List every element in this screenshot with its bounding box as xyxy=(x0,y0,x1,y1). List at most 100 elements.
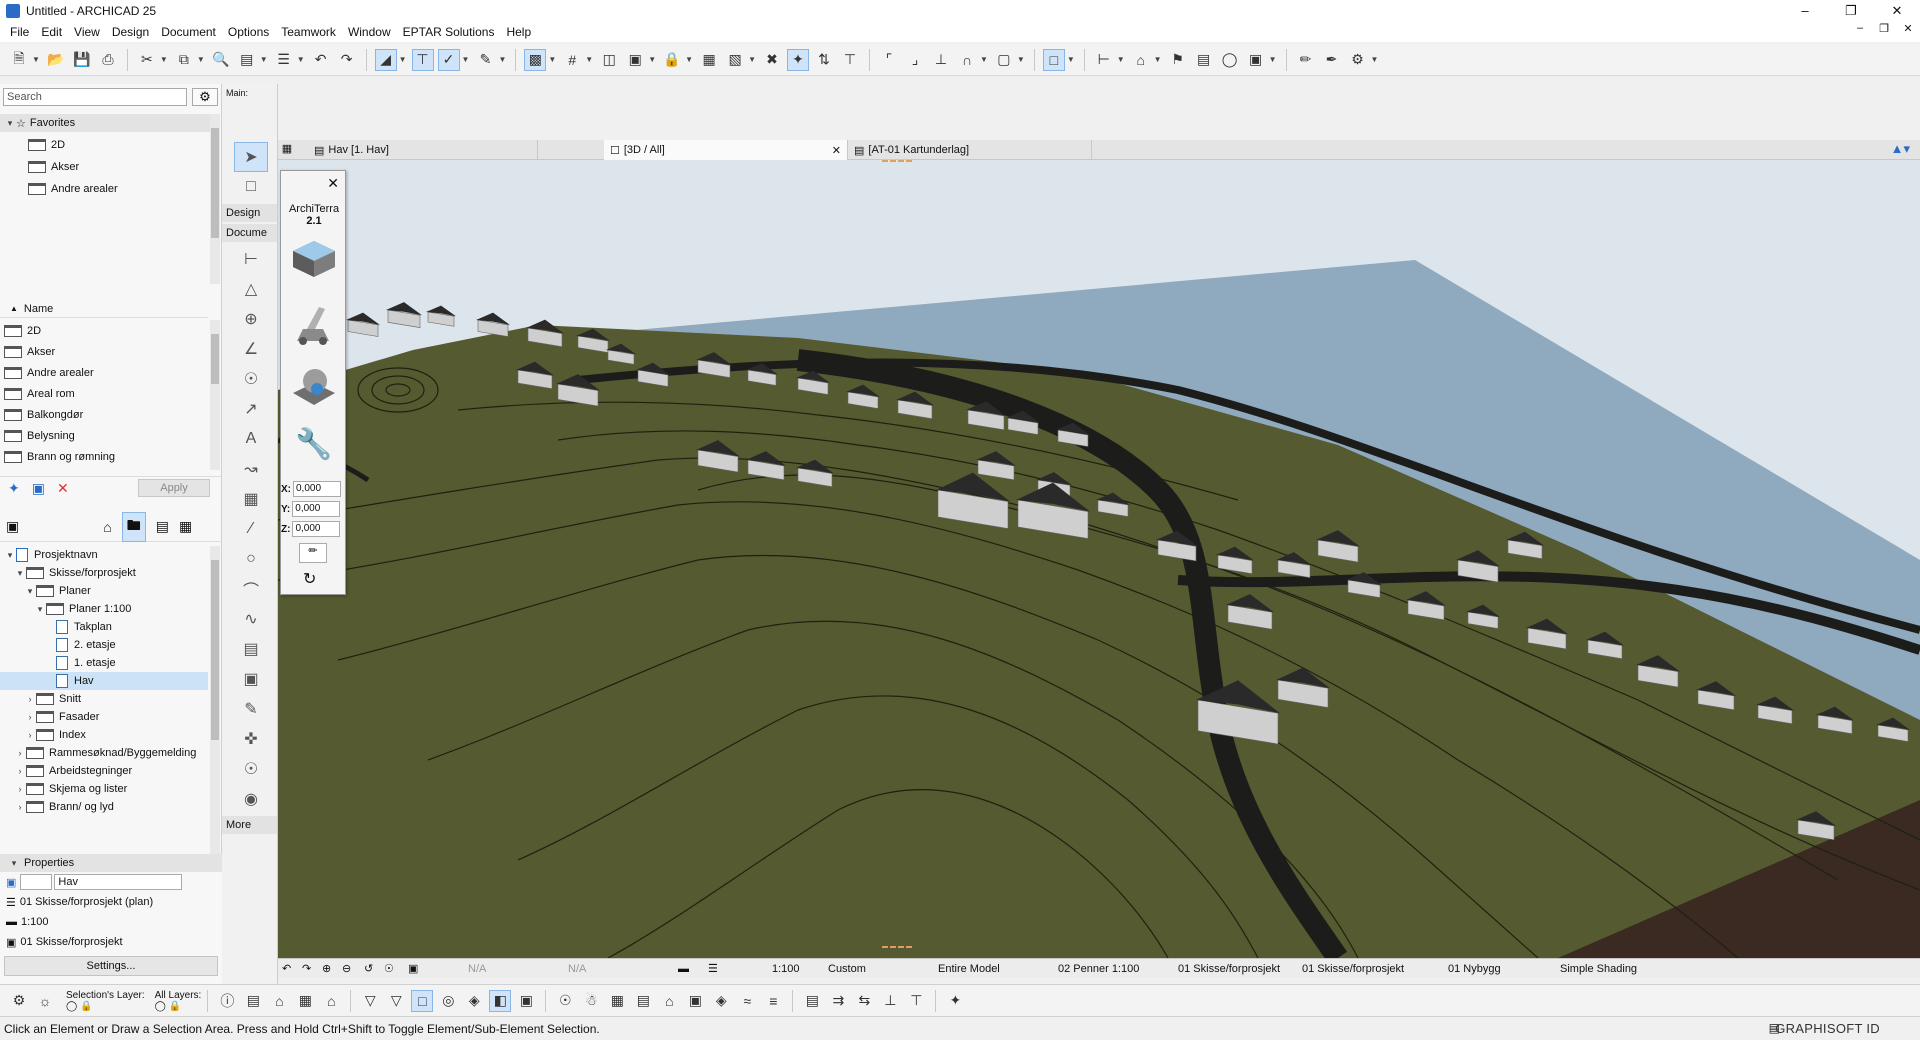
magic-wand-icon[interactable]: ✦ xyxy=(786,48,809,71)
fit-in-window-icon[interactable]: ▣ xyxy=(408,961,418,977)
angle-dimension-icon[interactable]: ∠ xyxy=(234,334,268,364)
chevron-right-icon[interactable]: › xyxy=(14,748,26,758)
add-favorite-icon[interactable]: ✦ xyxy=(8,480,20,497)
chevron-right-icon[interactable]: › xyxy=(14,802,26,812)
properties-header[interactable]: ▾ Properties xyxy=(0,854,222,872)
chevron-down-icon[interactable]: ▼ xyxy=(1371,55,1379,64)
print-icon[interactable]: ⎙ xyxy=(97,49,119,71)
circle-tool-icon[interactable]: ○ xyxy=(234,544,268,574)
label-tool-icon[interactable]: ↗ xyxy=(234,394,268,424)
renovation-filter-label[interactable]: 01 Nybygg xyxy=(1448,961,1501,977)
grid-icon[interactable]: # xyxy=(561,49,583,71)
view-3d-icon[interactable]: ⌂ xyxy=(268,990,290,1012)
menu-options[interactable]: Options xyxy=(222,25,275,39)
layout-book-icon[interactable]: ▤ xyxy=(156,518,169,535)
offset-icon[interactable]: ⇅ xyxy=(813,49,835,71)
list-item[interactable]: Akser xyxy=(0,156,208,178)
marquee-tool-icon[interactable]: □ xyxy=(234,172,268,202)
stair-icon[interactable]: ≡ xyxy=(762,990,784,1012)
list-item[interactable]: Brann og rømning xyxy=(0,446,208,467)
terrain-mesh-icon[interactable] xyxy=(289,237,339,281)
chevron-down-icon[interactable]: ▼ xyxy=(1117,55,1125,64)
chevron-down-icon[interactable]: ▼ xyxy=(297,55,305,64)
flag-icon[interactable]: ⚑ xyxy=(1167,49,1189,71)
new-favorite-icon[interactable]: ▣ xyxy=(32,480,45,497)
tree-item[interactable]: ▾ Prosjektnavn xyxy=(0,546,208,564)
suspend-groups-icon[interactable]: ▩ xyxy=(524,48,547,71)
tree-item[interactable]: › Skjema og lister xyxy=(0,780,208,798)
eye-icon[interactable]: ◯ 🔒 xyxy=(66,1001,145,1012)
view-map-icon[interactable]: 🖿 xyxy=(121,511,146,542)
doc-minimize-icon[interactable]: – xyxy=(1848,22,1872,35)
3d-window-settings-icon[interactable]: ▣ xyxy=(515,990,537,1012)
more-section[interactable]: More xyxy=(222,816,277,834)
snap-icon[interactable]: ✓ xyxy=(437,48,460,71)
list-item[interactable]: 2D xyxy=(0,134,208,156)
cross-icon[interactable]: ✖ xyxy=(761,49,783,71)
group-icon[interactable]: ▦ xyxy=(698,49,720,71)
slab-icon[interactable]: ▤ xyxy=(632,990,654,1012)
terrain-tree-icon[interactable] xyxy=(289,363,339,413)
hidden-line-icon[interactable]: ◎ xyxy=(437,990,459,1012)
level-tool-icon[interactable]: ☉ xyxy=(234,364,268,394)
chevron-down-icon[interactable]: ▾ xyxy=(4,118,16,129)
layout-map-icon[interactable]: ▤ xyxy=(801,990,823,1012)
axonometry-icon[interactable]: ▽ xyxy=(385,990,407,1012)
tree-item[interactable]: › Fasader xyxy=(0,708,208,726)
new-file-icon[interactable]: 🗎 xyxy=(8,49,30,71)
menu-window[interactable]: Window xyxy=(342,25,397,39)
menu-teamwork[interactable]: Teamwork xyxy=(275,25,342,39)
open-file-icon[interactable]: 📂 xyxy=(45,49,67,71)
figure-tool-icon[interactable]: ▤ xyxy=(234,634,268,664)
tree-item[interactable]: Hav xyxy=(0,672,208,690)
favorites-header[interactable]: ▾ ☆ Favorites xyxy=(0,114,210,132)
chevron-down-icon[interactable]: ▼ xyxy=(197,55,205,64)
line-tool-icon[interactable]: ∕ xyxy=(234,514,268,544)
chevron-right-icon[interactable]: › xyxy=(14,766,26,776)
tree-item[interactable]: › Index xyxy=(0,726,208,744)
chevron-right-icon[interactable]: › xyxy=(24,694,36,704)
view-floor-plan-icon[interactable]: ▤ xyxy=(242,990,264,1012)
list-item[interactable]: 2D xyxy=(0,320,208,341)
list-item[interactable]: Balkongdør xyxy=(0,404,208,425)
wireframe-icon[interactable]: □ xyxy=(411,989,434,1012)
tool-settings-icon[interactable]: ⚙ xyxy=(1347,49,1369,71)
list-item[interactable]: Andre arealer xyxy=(0,178,208,200)
person-icon[interactable]: ☃ xyxy=(580,990,602,1012)
spline-tool-icon[interactable]: ∿ xyxy=(234,604,268,634)
split-icon[interactable]: ⊥ xyxy=(930,49,952,71)
chevron-down-icon[interactable]: ▾ xyxy=(14,568,26,579)
zoom-out-icon[interactable]: ⊖ xyxy=(342,961,351,977)
chevron-down-icon[interactable]: ▼ xyxy=(980,55,988,64)
select-all-icon[interactable]: ⇉ xyxy=(827,990,849,1012)
magic-wand-icon[interactable]: ✦ xyxy=(944,990,966,1012)
excavator-icon[interactable] xyxy=(289,299,339,349)
chevron-down-icon[interactable]: ▾ xyxy=(4,550,16,561)
chevron-down-icon[interactable]: ▼ xyxy=(462,55,470,64)
align-icon[interactable]: ◫ xyxy=(598,49,620,71)
model-filter-label[interactable]: Entire Model xyxy=(938,961,1000,977)
chevron-down-icon[interactable]: ▼ xyxy=(1017,55,1025,64)
tab-overview-icon[interactable]: ▦ xyxy=(278,142,296,158)
home-icon[interactable]: ⌂ xyxy=(1130,49,1152,71)
zone-icon[interactable]: ▣ xyxy=(684,990,706,1012)
menu-document[interactable]: Document xyxy=(155,25,222,39)
elevate-icon[interactable]: ⊤ xyxy=(839,49,861,71)
redo-view-icon[interactable]: ↷ xyxy=(302,961,311,977)
list-item[interactable]: Belysning xyxy=(0,425,208,446)
doc-close-icon[interactable]: ✕ xyxy=(1896,22,1920,35)
distribute-icon[interactable]: ▣ xyxy=(624,49,646,71)
chevron-down-icon[interactable]: ▼ xyxy=(399,55,407,64)
layer-settings-icon[interactable]: ⚙ xyxy=(8,990,30,1012)
close-icon[interactable]: ✕ xyxy=(327,175,339,192)
perspective-icon[interactable]: ▽ xyxy=(359,990,381,1012)
model-view-row[interactable]: ▣ 01 Skisse/forprosjekt xyxy=(0,932,222,952)
level-dimension-icon[interactable]: △ xyxy=(234,274,268,304)
tree-item[interactable]: ▾ Skisse/forprosjekt xyxy=(0,564,208,582)
tree-item[interactable]: › Arbeidstegninger xyxy=(0,762,208,780)
search-input[interactable]: Search xyxy=(3,88,187,106)
tree-item[interactable]: ▾ Planer 1:100 xyxy=(0,600,208,618)
schedule-icon[interactable]: ▤ xyxy=(1193,49,1215,71)
walk-icon[interactable]: ☉ xyxy=(554,990,576,1012)
3d-cutaway-icon[interactable]: ◧ xyxy=(489,989,512,1012)
